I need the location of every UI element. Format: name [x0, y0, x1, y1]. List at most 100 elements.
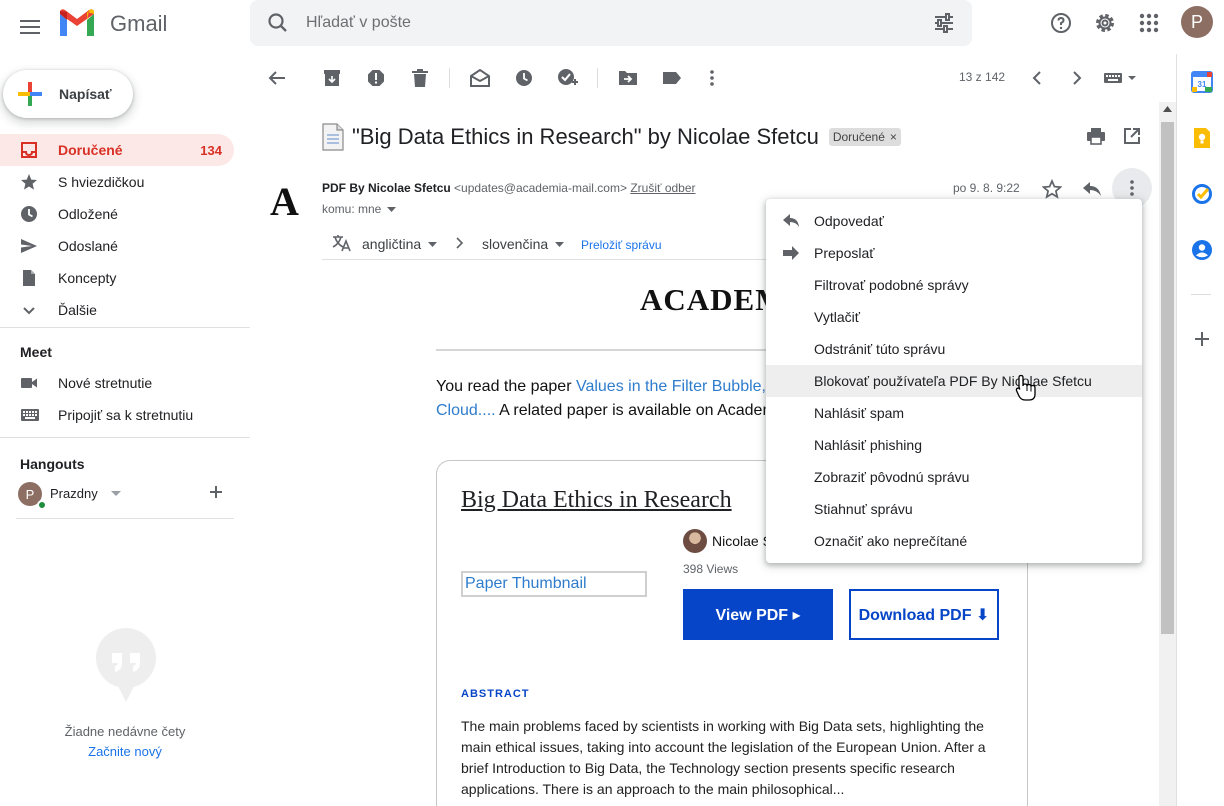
- message-toolbar: 13 z 142: [250, 54, 1176, 102]
- join-meeting-item[interactable]: Pripojiť sa k stretnutiu: [0, 399, 234, 431]
- calendar-icon[interactable]: 31: [1191, 71, 1213, 93]
- divider: [0, 327, 250, 328]
- remove-label-icon[interactable]: ×: [890, 130, 897, 144]
- menu-item-report-spam[interactable]: Nahlásiť spam: [766, 397, 1142, 429]
- search-icon[interactable]: [266, 11, 290, 35]
- scrollbar-thumb[interactable]: [1161, 122, 1174, 634]
- meet-item-label: Pripojiť sa k stretnutiu: [58, 407, 194, 423]
- paper-thumbnail[interactable]: Paper Thumbnail: [461, 571, 647, 597]
- author-avatar: [683, 529, 707, 553]
- pager-text: 13 z 142: [959, 70, 1006, 84]
- delete-button[interactable]: [408, 66, 432, 90]
- newer-button[interactable]: [1025, 66, 1049, 90]
- reply-button[interactable]: [1080, 177, 1104, 201]
- sidebar-item-sent[interactable]: Odoslané: [0, 230, 234, 262]
- tune-icon[interactable]: [932, 11, 956, 35]
- unread-count: 134: [200, 142, 222, 158]
- menu-item-forward[interactable]: Preposlať: [766, 237, 1142, 269]
- help-button[interactable]: [1043, 5, 1079, 41]
- sender-email: <updates@academia-mail.com>: [454, 181, 627, 195]
- sidebar-item-starred[interactable]: S hviezdičkou: [0, 166, 234, 198]
- sidebar-item-label: Odložené: [58, 206, 118, 222]
- clock-icon: [21, 206, 37, 222]
- new-meeting-item[interactable]: Nové stretnutie: [0, 367, 234, 399]
- chevron-down-icon: [23, 307, 35, 315]
- translate-icon: [332, 235, 351, 252]
- sender-name[interactable]: PDF By Nicolae Sfetcu: [322, 181, 451, 195]
- caret-down-icon[interactable]: [111, 491, 121, 497]
- sidebar-item-more[interactable]: Ďalšie: [0, 294, 234, 326]
- recipient-text: komu: mne: [322, 202, 382, 216]
- paper-title-link[interactable]: Big Data Ethics in Research: [461, 487, 732, 514]
- add-task-button[interactable]: [556, 66, 580, 90]
- search-input[interactable]: [306, 11, 866, 35]
- video-icon: [21, 378, 37, 388]
- reply-icon: [1083, 182, 1101, 196]
- menu-item-download-message[interactable]: Stiahnuť správu: [766, 493, 1142, 525]
- message-date: po 9. 8. 9:22: [953, 181, 1020, 195]
- apps-button[interactable]: [1131, 5, 1167, 41]
- menu-item-report-phishing[interactable]: Nahlásiť phishing: [766, 429, 1142, 461]
- menu-item-show-original[interactable]: Zobraziť pôvodnú správu: [766, 461, 1142, 493]
- back-button[interactable]: [265, 66, 289, 90]
- translate-message-link[interactable]: Preložiť správu: [581, 238, 662, 252]
- send-icon: [21, 239, 37, 253]
- menu-item-block-sender[interactable]: Blokovať používateľa PDF By Nicolae Sfet…: [766, 365, 1142, 397]
- labels-button[interactable]: [660, 66, 684, 90]
- menu-item-label: Zobraziť pôvodnú správu: [814, 469, 970, 485]
- recipient-details[interactable]: komu: mne: [322, 202, 397, 216]
- chevron-right-icon: [456, 237, 464, 249]
- menu-item-delete[interactable]: Odstrániť túto správu: [766, 333, 1142, 365]
- get-addons-plus-icon[interactable]: [1191, 328, 1213, 350]
- menu-item-filter-similar[interactable]: Filtrovať podobné správy: [766, 269, 1142, 301]
- move-to-button[interactable]: [616, 66, 640, 90]
- compose-plus-icon: [18, 82, 42, 106]
- divider: [0, 437, 250, 438]
- download-pdf-button[interactable]: Download PDF ⬇: [849, 589, 999, 640]
- snooze-button[interactable]: [512, 66, 536, 90]
- sidebar-item-snoozed[interactable]: Odložené: [0, 198, 234, 230]
- start-chat-link[interactable]: Začnite nový: [0, 744, 250, 759]
- account-avatar[interactable]: P: [1181, 6, 1213, 38]
- mark-unread-button[interactable]: [468, 66, 492, 90]
- sidebar-item-inbox[interactable]: Doručené 134: [0, 134, 234, 166]
- hangouts-user[interactable]: P Prazdny: [18, 482, 238, 510]
- view-pdf-button[interactable]: View PDF ▸: [683, 589, 833, 640]
- menu-item-reply[interactable]: Odpovedať: [766, 205, 1142, 237]
- open-in-new-icon: [1124, 128, 1140, 144]
- mail-nav: Doručené 134 S hviezdičkou Odložené Odos…: [0, 134, 250, 326]
- search-bar[interactable]: [250, 0, 972, 46]
- more-toolbar-button[interactable]: [700, 66, 724, 90]
- archive-button[interactable]: [320, 66, 344, 90]
- target-language-select[interactable]: slovenčina: [482, 236, 565, 252]
- star-message-button[interactable]: [1040, 177, 1064, 201]
- open-new-window-button[interactable]: [1120, 124, 1144, 148]
- sidebar-item-drafts[interactable]: Koncepty: [0, 262, 234, 294]
- main-menu-button[interactable]: [12, 9, 48, 45]
- compose-button[interactable]: Napísať: [3, 70, 133, 118]
- source-language-select[interactable]: angličtina: [362, 236, 438, 252]
- menu-item-label: Nahlásiť spam: [814, 405, 905, 421]
- input-tools-button[interactable]: [1103, 66, 1139, 90]
- keep-icon[interactable]: [1191, 127, 1213, 149]
- scroll-up-arrow-icon[interactable]: [1163, 106, 1172, 112]
- abstract-heading: ABSTRACT: [461, 688, 530, 700]
- menu-item-print[interactable]: Vytlačiť: [766, 301, 1142, 333]
- print-all-button[interactable]: [1084, 124, 1108, 148]
- gmail-logo-icon[interactable]: [58, 8, 98, 38]
- menu-item-label: Filtrovať podobné správy: [814, 277, 969, 293]
- archive-icon: [324, 70, 340, 86]
- report-spam-button[interactable]: [364, 66, 388, 90]
- older-button[interactable]: [1065, 66, 1089, 90]
- sidebar-item-label: Odoslané: [58, 238, 118, 254]
- sidebar-item-label: Ďalšie: [58, 302, 97, 318]
- app-name[interactable]: Gmail: [110, 11, 167, 37]
- menu-item-mark-unread[interactable]: Označiť ako neprečítané: [766, 525, 1142, 557]
- tasks-icon[interactable]: [1191, 183, 1213, 205]
- settings-button[interactable]: [1087, 5, 1123, 41]
- unsubscribe-link[interactable]: Zrušiť odber: [630, 181, 695, 195]
- add-chat-icon[interactable]: [208, 484, 224, 500]
- scrollbar[interactable]: [1159, 102, 1176, 806]
- inbox-label-chip[interactable]: Doručené ×: [828, 128, 901, 146]
- contacts-icon[interactable]: [1191, 239, 1213, 261]
